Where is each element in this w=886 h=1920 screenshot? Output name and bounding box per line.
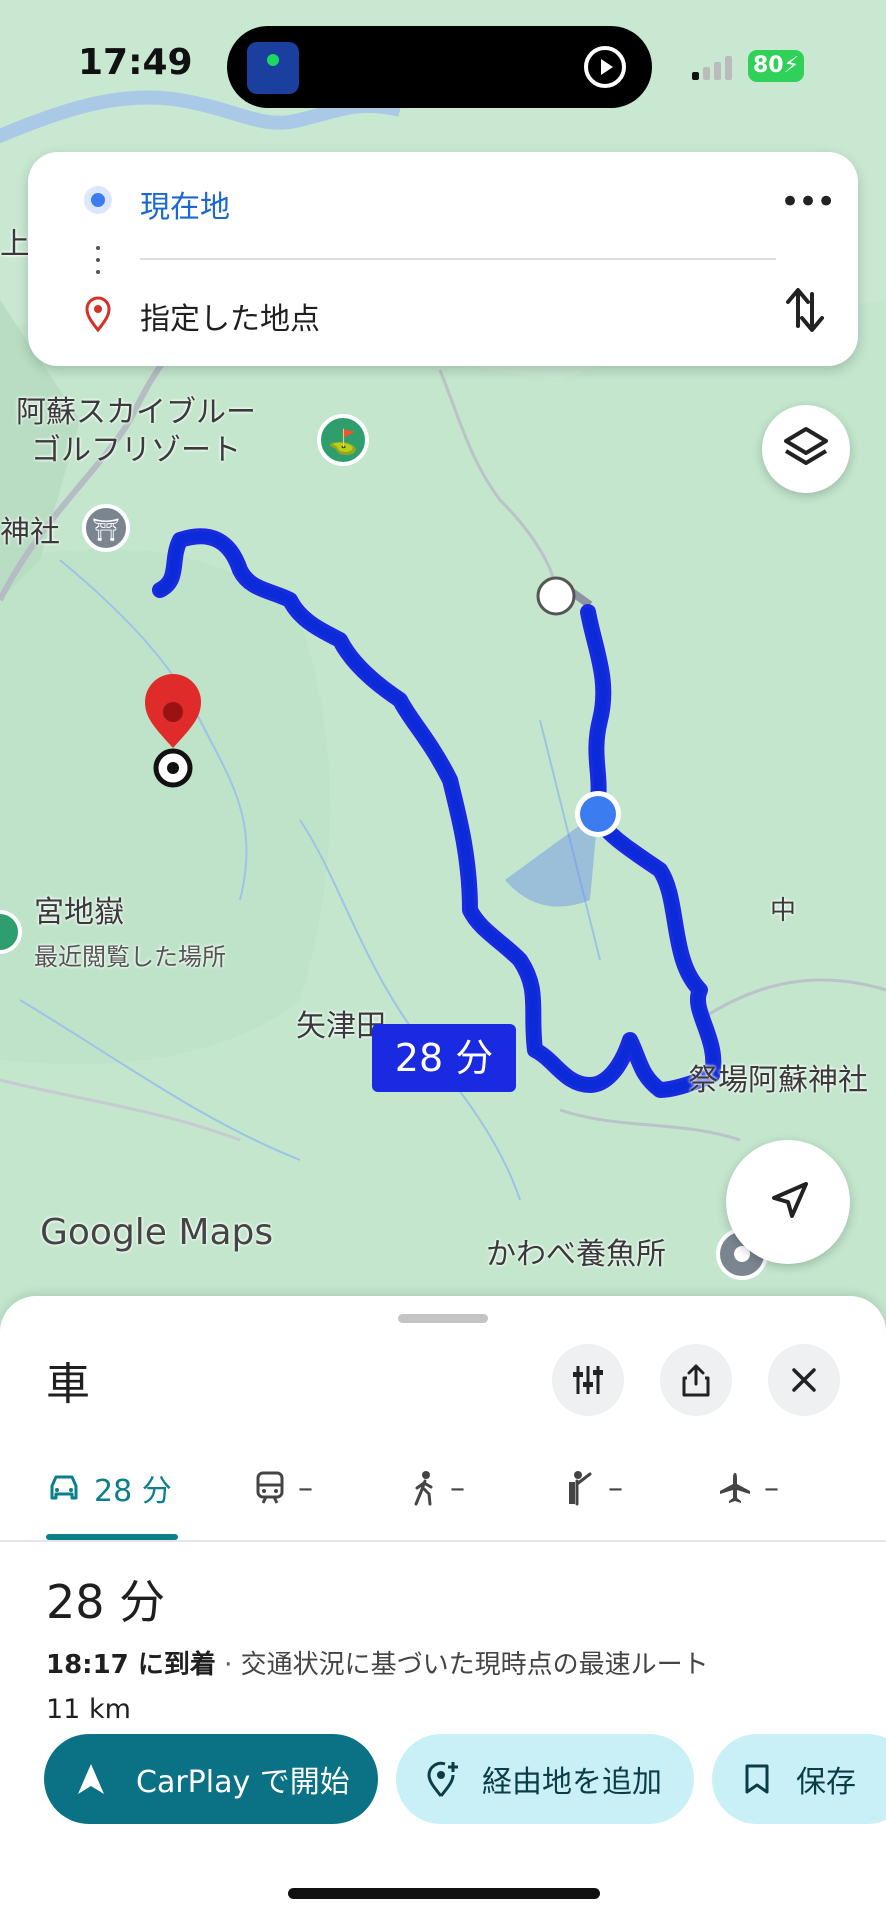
route-duration-label[interactable]: 28 分 bbox=[372, 1024, 516, 1092]
share-button[interactable] bbox=[660, 1344, 732, 1416]
arrival-time: 18:17 に到着 bbox=[46, 1650, 216, 1680]
more-options-icon[interactable]: ••• bbox=[780, 182, 836, 222]
close-icon bbox=[792, 1368, 816, 1392]
route-options-button[interactable] bbox=[552, 1344, 624, 1416]
sheet-grabber[interactable] bbox=[398, 1314, 488, 1323]
my-location-button[interactable] bbox=[726, 1140, 850, 1264]
tab-drive-label: 28 分 bbox=[94, 1474, 172, 1509]
tune-icon bbox=[573, 1366, 603, 1394]
share-icon bbox=[682, 1364, 710, 1397]
ride-icon bbox=[569, 1471, 592, 1506]
navigation-icon bbox=[78, 1764, 104, 1794]
map-label-naka: 中 bbox=[770, 896, 797, 926]
swap-icon[interactable] bbox=[780, 282, 830, 338]
arrival-info: 18:17 に到着 · 交通状況に基づいた現時点の最速ルート bbox=[46, 1644, 709, 1681]
train-icon bbox=[256, 1471, 284, 1504]
battery-indicator: 80⚡ bbox=[748, 50, 804, 82]
map-label-shrine[interactable]: 神社 bbox=[0, 514, 60, 552]
sheet-title: 車 bbox=[46, 1359, 90, 1410]
route-description: 交通状況に基づいた現時点の最速ルート bbox=[240, 1650, 709, 1680]
destination-field[interactable]: 指定した地点 bbox=[140, 294, 320, 338]
start-carplay-label: CarPlay で開始 bbox=[136, 1765, 350, 1800]
map-label-top-left: 上 bbox=[0, 227, 30, 262]
map-label-kawabe[interactable]: かわべ養魚所 bbox=[486, 1236, 666, 1274]
layers-button[interactable] bbox=[762, 405, 850, 493]
route-duration: 28 分 bbox=[46, 1575, 166, 1629]
add-location-icon bbox=[427, 1761, 458, 1797]
arrival-separator: · bbox=[215, 1650, 241, 1680]
connector-dots-icon bbox=[96, 246, 100, 282]
tab-flight[interactable]: – bbox=[718, 1456, 779, 1520]
svg-text:⛳: ⛳ bbox=[328, 428, 358, 456]
destination-pin-icon bbox=[85, 296, 111, 332]
spotify-app-icon[interactable] bbox=[247, 42, 299, 94]
map-label-miyajigoku[interactable]: 宮地嶽 bbox=[34, 894, 124, 932]
tab-walk[interactable]: – bbox=[412, 1456, 465, 1520]
add-stop-button[interactable]: 経由地を追加 bbox=[396, 1734, 694, 1824]
layers-icon bbox=[784, 427, 828, 465]
save-label: 保存 bbox=[796, 1765, 856, 1800]
tab-walk-label: – bbox=[450, 1470, 465, 1506]
field-divider bbox=[140, 258, 776, 260]
bookmark-icon bbox=[745, 1764, 769, 1794]
route-distance: 11 km bbox=[46, 1694, 131, 1725]
car-icon bbox=[50, 1475, 78, 1500]
save-button[interactable]: 保存 bbox=[712, 1734, 886, 1824]
map-label-matsuriba[interactable]: 祭場阿蘇神社 bbox=[688, 1062, 868, 1100]
travel-mode-tabs: 28 分 – – – – bbox=[0, 1456, 886, 1536]
home-indicator[interactable] bbox=[288, 1888, 600, 1899]
play-icon[interactable] bbox=[580, 42, 630, 92]
tab-ride[interactable]: – bbox=[566, 1456, 623, 1520]
tab-transit[interactable]: – bbox=[254, 1456, 313, 1520]
flight-icon bbox=[720, 1473, 750, 1503]
status-bar: 17:49 80⚡ bbox=[0, 0, 886, 130]
origin-dot-icon bbox=[84, 186, 112, 214]
route-start-marker bbox=[536, 576, 576, 616]
tab-drive[interactable]: 28 分 bbox=[46, 1456, 172, 1520]
svg-text:⛩: ⛩ bbox=[92, 518, 120, 543]
origin-field[interactable]: 現在地 bbox=[140, 182, 230, 226]
walk-icon bbox=[414, 1471, 433, 1506]
add-stop-label: 経由地を追加 bbox=[482, 1765, 662, 1800]
tab-transit-label: – bbox=[298, 1470, 313, 1506]
tabs-divider bbox=[0, 1540, 886, 1542]
close-button[interactable] bbox=[768, 1344, 840, 1416]
start-carplay-button[interactable]: CarPlay で開始 bbox=[44, 1734, 378, 1824]
navigation-arrow-icon bbox=[772, 1182, 808, 1218]
route-sheet: 車 28 分 – – – – 28 分 18:17 に到着 · 交通状況に基づい… bbox=[0, 1296, 886, 1920]
tab-ride-label: – bbox=[608, 1470, 623, 1506]
directions-card: 現在地 指定した地点 ••• bbox=[28, 152, 858, 366]
dynamic-island[interactable] bbox=[227, 26, 652, 108]
map-label-recent: 最近閲覧した場所 bbox=[34, 943, 226, 971]
signal-icon bbox=[692, 56, 732, 80]
google-maps-logo: Google Maps bbox=[40, 1212, 274, 1253]
map-label-golf[interactable]: 阿蘇スカイブルー ゴルフリゾート bbox=[16, 394, 256, 470]
status-time: 17:49 bbox=[78, 42, 193, 83]
tab-flight-label: – bbox=[764, 1470, 779, 1506]
